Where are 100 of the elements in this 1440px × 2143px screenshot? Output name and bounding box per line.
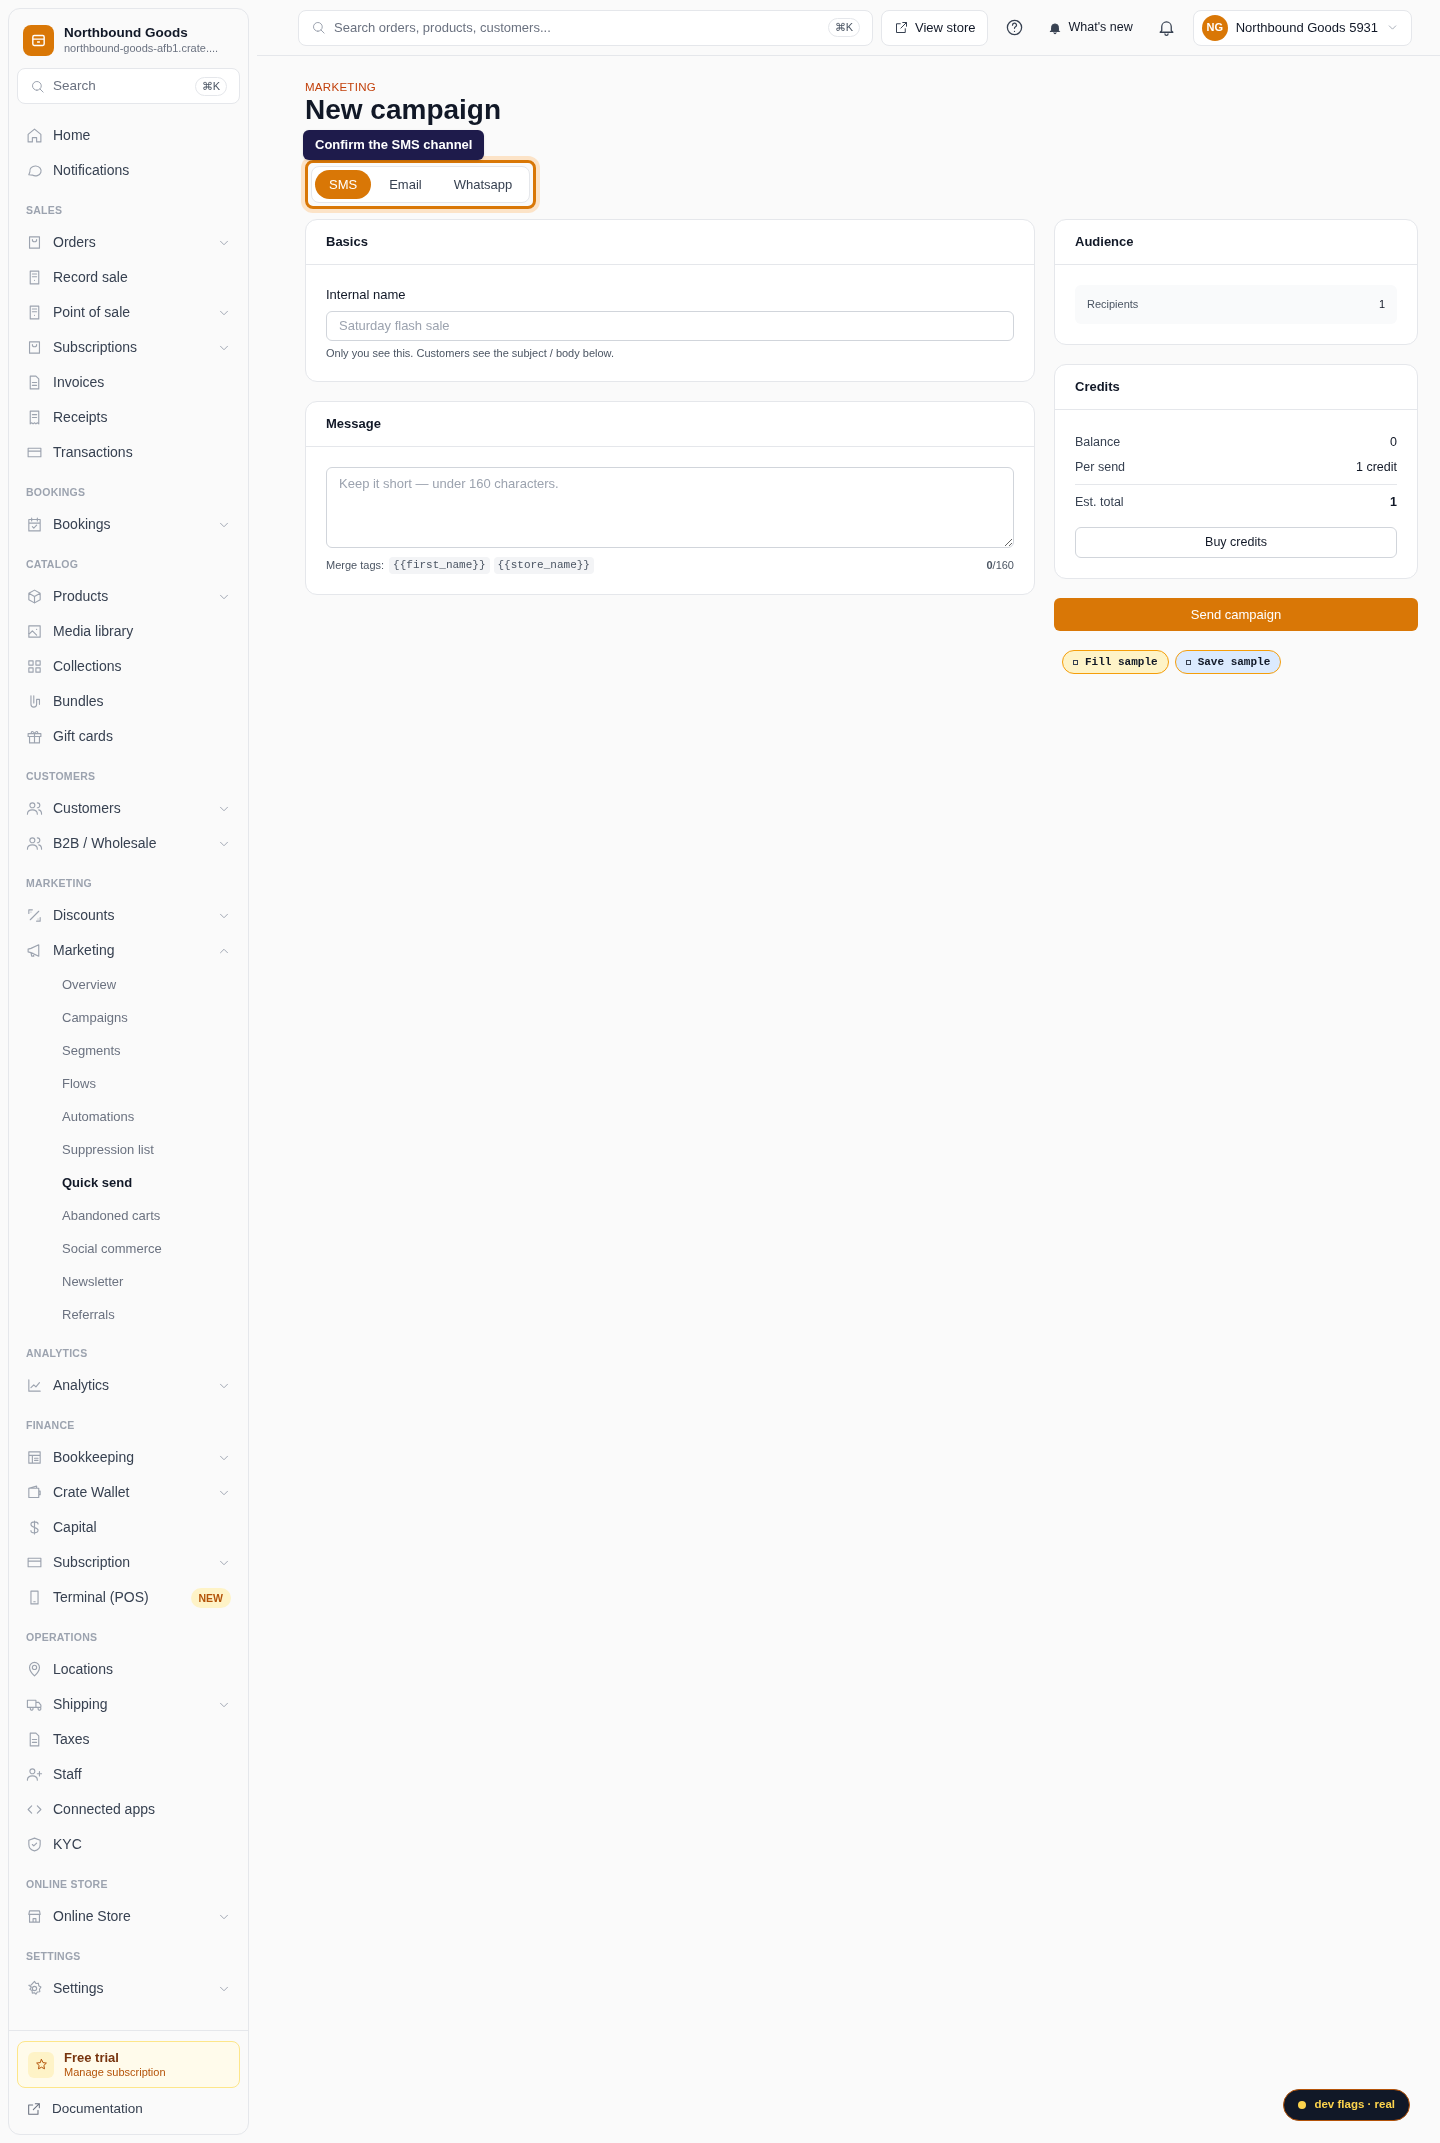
nav-item[interactable]: Receipts <box>19 400 238 435</box>
nav-item[interactable]: Subscription <box>19 1545 238 1580</box>
image-icon <box>26 623 43 640</box>
channel-tab[interactable]: Email <box>375 170 436 199</box>
submenu-item[interactable]: Flows <box>19 1067 238 1100</box>
whats-new-button[interactable]: What's new <box>1040 9 1141 46</box>
section-heading: ANALYTICS <box>25 1346 89 1362</box>
eyebrow-label: MARKETING <box>305 80 377 94</box>
character-counter: 0/160 <box>986 558 1014 573</box>
section-heading: OPERATIONS <box>25 1630 99 1646</box>
speech-bubble-icon <box>26 162 43 179</box>
nav-item[interactable]: Record sale <box>19 260 238 295</box>
credit-label: Est. total <box>1075 493 1124 511</box>
nav-item[interactable]: Notifications <box>19 153 238 188</box>
free-trial-card[interactable]: Free trial Manage subscription <box>17 2041 240 2088</box>
external-link-icon <box>894 20 909 35</box>
add-user-icon <box>26 1766 43 1783</box>
dev-flags-badge[interactable]: dev flags · real <box>1283 2089 1410 2121</box>
card-title: Message <box>326 415 381 434</box>
internal-name-input[interactable]: Saturday flash sale <box>326 310 1014 341</box>
users-icon <box>26 800 43 817</box>
manage-subscription-link[interactable]: Manage subscription <box>64 2065 166 2080</box>
credit-value: 0 <box>1390 434 1397 451</box>
sample-button[interactable]: Fill sample <box>1062 650 1169 675</box>
nav-item[interactable]: Bundles <box>19 684 238 719</box>
new-badge: NEW <box>190 1587 231 1608</box>
nav-item[interactable]: Gift cards <box>19 719 238 754</box>
shield-icon <box>26 1836 43 1853</box>
tooltip: Confirm the SMS channel <box>303 130 485 160</box>
nav-item[interactable]: Shipping <box>19 1687 238 1722</box>
section-heading: FINANCE <box>25 1418 76 1434</box>
nav-item[interactable]: Capital <box>19 1510 238 1545</box>
submenu-item[interactable]: Abandoned carts <box>19 1199 238 1232</box>
sample-button[interactable]: Save sample <box>1174 650 1282 675</box>
external-link-icon <box>26 2101 42 2117</box>
nav-item[interactable]: Home <box>19 118 238 153</box>
nav-item[interactable]: Point of sale <box>19 295 238 330</box>
message-textarea[interactable]: Keep it short — under 160 characters. <box>326 467 1014 548</box>
merge-tag[interactable]: {{first_name}} <box>389 557 490 574</box>
search-icon <box>311 20 326 35</box>
submenu-item[interactable]: Automations <box>19 1100 238 1133</box>
nav-item[interactable]: KYC <box>19 1827 238 1862</box>
documentation-link[interactable]: Documentation <box>17 2092 240 2126</box>
nav-item[interactable]: Analytics <box>19 1368 238 1403</box>
bag-icon <box>26 339 43 356</box>
section-heading: CATALOG <box>25 557 80 573</box>
nav-item[interactable]: Subscriptions <box>19 330 238 365</box>
view-store-button[interactable]: View store <box>881 9 989 46</box>
channel-tab[interactable]: Whatsapp <box>439 170 527 199</box>
nav-item[interactable]: Terminal (POS) NEW <box>19 1580 238 1615</box>
merge-tags-label: Merge tags: <box>326 558 385 573</box>
nav-item[interactable]: Online Store <box>19 1899 238 1934</box>
nav-item[interactable]: Locations <box>19 1652 238 1687</box>
submenu-item[interactable]: Campaigns <box>19 1001 238 1034</box>
submenu-item[interactable]: Suppression list <box>19 1133 238 1166</box>
submenu-item[interactable]: Social commerce <box>19 1232 238 1265</box>
nav-item[interactable]: Media library <box>19 614 238 649</box>
avatar: NG <box>1201 14 1228 41</box>
nav-item[interactable]: Transactions <box>19 435 238 470</box>
nav-item[interactable]: Orders <box>19 225 238 260</box>
nav-item[interactable]: Discounts <box>19 898 238 933</box>
square-icon <box>1073 659 1078 665</box>
nav-item[interactable]: Taxes <box>19 1722 238 1757</box>
section-heading: SALES <box>25 203 64 219</box>
help-text: Only you see this. Customers see the subject / body below. <box>326 345 615 361</box>
brand-name: Northbound Goods <box>64 25 189 43</box>
nav-item[interactable]: Crate Wallet <box>19 1475 238 1510</box>
store-domain: northbound-goods-afb1.crate.... <box>64 42 219 56</box>
sidebar-search-field[interactable]: Search ⌘K <box>17 68 240 104</box>
submenu-item[interactable]: Quick send <box>19 1166 238 1199</box>
nav-item[interactable]: Connected apps <box>19 1792 238 1827</box>
buy-credits-button[interactable]: Buy credits <box>1075 527 1397 559</box>
nav-item[interactable]: B2B / Wholesale <box>19 826 238 861</box>
location-pin-icon <box>26 1661 43 1678</box>
credit-label: Balance <box>1075 434 1121 451</box>
card-title: Credits <box>1075 378 1120 397</box>
nav-item[interactable]: Collections <box>19 649 238 684</box>
nav-item[interactable]: Staff <box>19 1757 238 1792</box>
nav-item[interactable]: Products <box>19 579 238 614</box>
trial-title: Free trial <box>64 2049 120 2066</box>
section-heading: BOOKINGS <box>25 485 87 501</box>
merge-tag[interactable]: {{store_name}} <box>493 557 594 574</box>
nav-item[interactable]: Customers <box>19 791 238 826</box>
submenu-item[interactable]: Overview <box>19 968 238 1001</box>
nav-item[interactable]: Bookings <box>19 507 238 542</box>
credit-label: Per send <box>1075 458 1126 476</box>
account-menu-button[interactable]: NG Northbound Goods 5931 <box>1192 9 1413 46</box>
submenu-item[interactable]: Newsletter <box>19 1265 238 1298</box>
global-search-field[interactable]: Search orders, products, customers... ⌘K <box>298 9 873 46</box>
nav-item[interactable]: Invoices <box>19 365 238 400</box>
settings-icon <box>26 1980 43 1997</box>
submenu-item[interactable]: Referrals <box>19 1298 238 1331</box>
nav-item[interactable]: Settings <box>19 1971 238 2006</box>
submenu-item[interactable]: Segments <box>19 1034 238 1067</box>
nav-item[interactable]: Marketing <box>19 933 238 968</box>
page-title: New campaign <box>305 94 502 126</box>
nav-item[interactable]: Bookkeeping <box>19 1440 238 1475</box>
help-icon <box>1004 18 1024 37</box>
gift-icon <box>26 728 43 745</box>
credit-value: 1 credit <box>1356 458 1397 476</box>
